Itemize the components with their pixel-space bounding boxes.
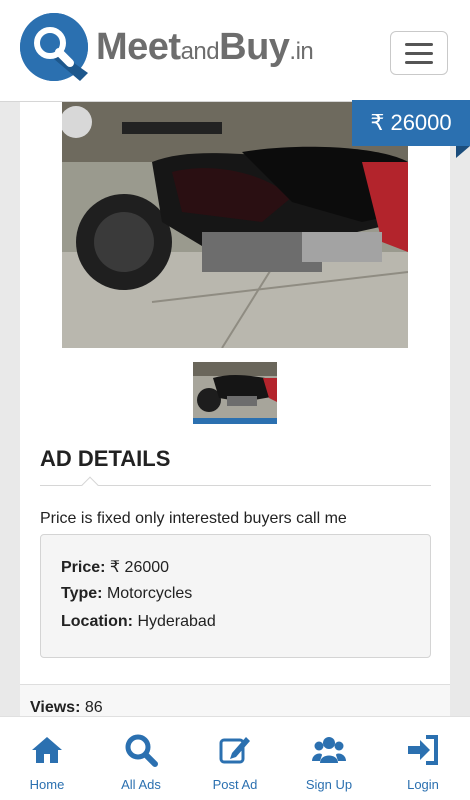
menu-toggle-button[interactable] (390, 31, 448, 75)
type-row: Type: Motorcycles (61, 585, 192, 603)
details-box: Price: ₹ 26000 Type: Motorcycles Locatio… (40, 534, 431, 658)
location-row: Location: Hyderabad (61, 613, 216, 631)
price-value: ₹ 26000 (109, 559, 170, 576)
site-header: MeetandBuy.in (0, 0, 470, 102)
price-label: Price: (61, 559, 106, 576)
nav-home[interactable]: Home (0, 717, 94, 800)
home-icon (32, 737, 62, 763)
edit-icon (219, 737, 250, 764)
search-icon (125, 734, 158, 767)
thumbnail-image[interactable] (193, 362, 277, 424)
hamburger-line (405, 60, 433, 64)
thumbnail-active-indicator (193, 418, 277, 424)
views-value: 86 (84, 699, 103, 716)
nav-all-ads-label: All Ads (121, 777, 161, 792)
location-value: Hyderabad (137, 613, 216, 630)
site-logo[interactable]: MeetandBuy.in (20, 12, 314, 82)
hamburger-line (405, 42, 433, 46)
bottom-nav: Home All Ads Post Ad Sign Up Login (0, 716, 470, 800)
logo-text: MeetandBuy.in (96, 25, 314, 68)
views-label: Views: (30, 699, 81, 716)
nav-post-ad-label: Post Ad (212, 777, 258, 792)
nav-all-ads[interactable]: All Ads (94, 717, 188, 800)
price-ribbon-fold (456, 146, 470, 158)
views-bar: Views: 86 (20, 684, 450, 718)
type-value: Motorcycles (106, 585, 193, 602)
type-label: Type: (61, 585, 103, 602)
users-icon (312, 737, 346, 763)
nav-login[interactable]: Login (376, 717, 470, 800)
price-ribbon: ₹ 26000 (352, 100, 470, 146)
magnifier-logo-icon (20, 13, 88, 81)
nav-post-ad[interactable]: Post Ad (188, 717, 282, 800)
nav-sign-up[interactable]: Sign Up (282, 717, 376, 800)
divider-notch (81, 476, 99, 494)
nav-home-label: Home (29, 777, 65, 792)
section-divider (40, 485, 431, 486)
section-title: AD DETAILS (40, 446, 171, 471)
login-icon (408, 735, 438, 765)
nav-login-label: Login (407, 777, 439, 792)
hamburger-line (405, 51, 433, 55)
price-row: Price: ₹ 26000 (61, 557, 169, 577)
listing-card: AD DETAILS Price is fixed only intereste… (20, 102, 450, 684)
location-label: Location: (61, 613, 133, 630)
ad-description: Price is fixed only interested buyers ca… (40, 510, 347, 527)
nav-sign-up-label: Sign Up (305, 777, 353, 792)
